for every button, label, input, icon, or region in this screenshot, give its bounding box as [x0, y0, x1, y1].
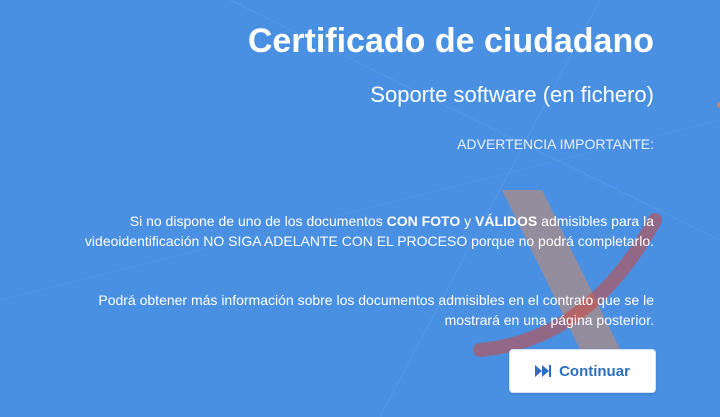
paragraph-text: Podrá obtener más información sobre los …: [98, 292, 654, 308]
page-subtitle: Soporte software (en fichero): [370, 82, 654, 107]
fast-forward-icon: [535, 365, 552, 377]
page-title: Certificado de ciudadano: [247, 22, 654, 60]
emphasis-con-foto: CON FOTO: [386, 213, 461, 229]
paragraph-text: mostrará en una página posterior.: [444, 312, 654, 328]
continue-button-label: Continuar: [559, 362, 630, 380]
emphasis-validos: VÁLIDOS: [475, 213, 538, 229]
paragraph-text: admisibles para la: [537, 213, 654, 229]
continue-button[interactable]: Continuar: [509, 349, 656, 393]
documents-warning-paragraph: Si no dispone de uno de los documentos C…: [14, 211, 654, 251]
paragraph-text: Si no dispone de uno de los documentos: [129, 213, 387, 229]
paragraph-text: y: [460, 213, 476, 229]
paragraph-text: videoidentificación NO SIGA ADELANTE CON…: [84, 233, 654, 249]
warning-label: ADVERTENCIA IMPORTANTE:: [457, 136, 654, 152]
more-info-paragraph: Podrá obtener más información sobre los …: [14, 290, 654, 330]
